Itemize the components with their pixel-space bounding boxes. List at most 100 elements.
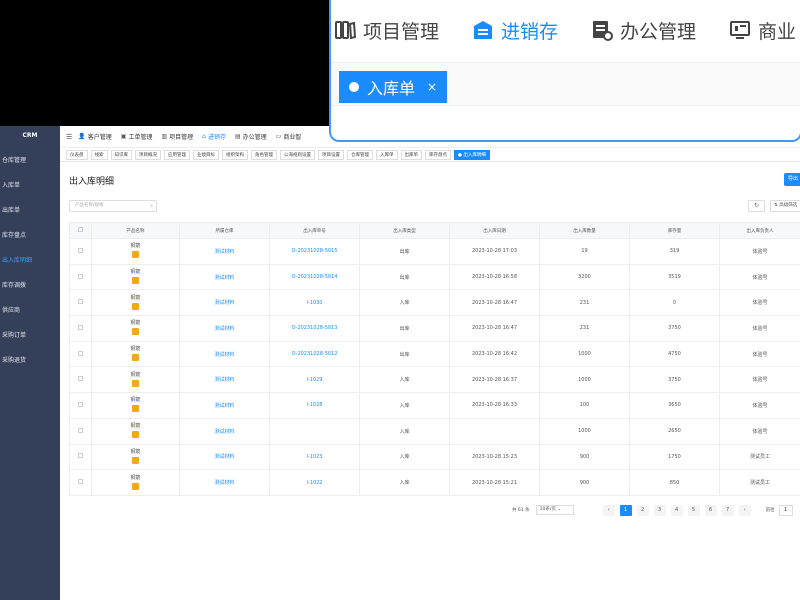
tag-io-detail[interactable]: ● 出入库明细 [454,149,490,160]
warehouse-cell[interactable]: 测试材料 [179,340,270,368]
order-no-cell[interactable]: O-20231028-5013 [269,315,360,342]
order-no-cell[interactable]: I-1029 [269,366,360,394]
product-thumbnail[interactable] [132,379,139,387]
nav-ticket[interactable]: ▣ 工单管理 [121,132,153,141]
tag-performance[interactable]: 业绩目标 [193,149,219,160]
page-size-select[interactable]: 10条/页 ⌄ [535,505,574,515]
order-no-cell[interactable]: I-1030 [269,289,360,317]
order-no-cell[interactable]: O-20231028-5012 [269,340,360,368]
row-checkbox-cell[interactable] [69,392,92,419]
page-2[interactable]: 2 [636,504,649,516]
product-thumbnail[interactable] [132,354,139,362]
product-thumbnail[interactable] [132,302,139,310]
table-row[interactable]: 钢筋 测试材料 I-1023 入库 2023-10-28 15:23 900 1750 测试员… [69,443,800,471]
row-checkbox[interactable] [78,479,83,485]
product-thumbnail[interactable] [132,251,139,259]
zoom-nav-project[interactable]: 项目管理 [333,17,439,44]
warehouse-cell[interactable]: 测试材料 [179,392,270,419]
row-checkbox-cell[interactable] [69,289,92,317]
sidebar-item-supplier[interactable]: 供应商 [0,298,60,323]
page-3[interactable]: 3 [653,504,666,516]
table-row[interactable]: 钢筋 测试材料 I-1028 入库 2023-10-28 16:33 100 3650 体验号 [69,392,800,419]
tag-outbound[interactable]: 出库单 [400,149,422,160]
product-thumbnail[interactable] [132,456,139,464]
zoom-nav-bi[interactable]: 商业 [728,17,796,44]
row-checkbox-cell[interactable] [69,238,92,265]
select-all-checkbox[interactable] [78,227,83,232]
row-checkbox-cell[interactable] [69,443,92,471]
warehouse-cell[interactable]: 测试材料 [179,263,270,291]
tag-project-settings[interactable]: 项目设置 [318,149,344,160]
page-1[interactable]: 1 [619,504,632,516]
page-4[interactable]: 4 [670,504,683,516]
order-no-cell[interactable]: I-1028 [269,392,360,419]
tag-project-overview[interactable]: 项目概况 [135,149,161,160]
row-checkbox-cell[interactable] [69,263,92,291]
page-5[interactable]: 5 [687,504,700,516]
order-no-cell[interactable]: O-20231028-5014 [269,263,360,291]
table-row[interactable]: 钢筋 测试材料 O-20231028-5015 出库 2023-10-28 17:03 1… [69,238,800,265]
row-checkbox[interactable] [78,324,83,330]
tag-warehouse[interactable]: 仓库管理 [347,149,373,160]
row-checkbox-cell[interactable] [69,469,92,496]
tag-knowledge[interactable]: 知识库 [110,149,132,160]
row-checkbox[interactable] [78,273,83,279]
tag-app-management[interactable]: 应用管理 [164,149,190,160]
tag-pool-rules[interactable]: 公海规则设置 [280,149,315,160]
menu-toggle-icon[interactable]: ☰ [66,133,72,141]
sidebar-item-inbound[interactable]: 入库单 [0,173,60,198]
page-6[interactable]: 6 [704,504,717,516]
warehouse-cell[interactable]: 测试材料 [179,366,270,394]
table-row[interactable]: 钢筋 测试材料 O-20231028-5014 出库 2023-10-28 16:58 3… [69,263,800,291]
product-thumbnail[interactable] [132,328,139,336]
product-thumbnail[interactable] [132,277,139,285]
sidebar-item-io-detail[interactable]: 出入库明细 [0,248,60,273]
sidebar-item-purchase-order[interactable]: 采购订单 [0,323,60,348]
order-no-cell[interactable]: I-1023 [269,443,360,471]
tag-inbound[interactable]: 入库单 [376,149,398,160]
tag-stocktake[interactable]: 库存盘点 [425,149,451,160]
table-row[interactable]: 钢筋 测试材料 O-20231028-5012 出库 2023-10-28 16:42 1… [69,340,800,368]
sidebar-item-outbound[interactable]: 出库单 [0,198,60,223]
page-7[interactable]: 7 [721,504,734,516]
row-checkbox[interactable] [78,427,83,433]
tag-roles[interactable]: 角色管理 [251,149,277,160]
nav-inventory[interactable]: ⌂ 进销存 [202,132,226,141]
warehouse-cell[interactable]: 测试材料 [179,443,270,471]
sidebar-item-warehouse[interactable]: 仓库管理 [0,148,60,173]
row-checkbox-cell[interactable] [69,366,92,394]
prev-page-button[interactable]: ‹ [602,504,615,516]
warehouse-cell[interactable]: 测试材料 [179,289,270,317]
order-no-cell[interactable]: O-20231028-5015 [269,238,360,265]
zoom-tag-inbound[interactable]: 入库单 × [339,71,448,103]
warehouse-cell[interactable]: 测试材料 [179,238,270,265]
close-icon[interactable]: × [427,80,437,94]
row-checkbox[interactable] [78,247,83,253]
tag-org[interactable]: 组织架构 [222,149,248,160]
tag-leads[interactable]: 线索 [90,149,108,160]
table-row[interactable]: 钢筋 测试材料 I-1022 入库 2023-10-28 15:21 900 850 测试员工 [69,469,800,496]
nav-office[interactable]: ▤ 办公管理 [235,132,267,141]
warehouse-cell[interactable]: 测试材料 [179,417,270,445]
goto-page-input[interactable]: 1 [778,504,793,516]
export-button[interactable]: 导出 [784,173,800,186]
nav-project[interactable]: ▥ 项目管理 [161,132,193,141]
order-no-cell[interactable]: I-1022 [269,469,360,496]
table-row[interactable]: 钢筋 测试材料 O-20231028-5013 出库 2023-10-28 16:47 2… [69,315,800,342]
nav-customer[interactable]: 👤 客户管理 [78,132,112,141]
product-thumbnail[interactable] [132,482,139,490]
search-input[interactable]: 产品名称/规格 ⌕ [69,200,157,212]
nav-bi[interactable]: ▭ 商业智 [276,132,302,141]
zoom-nav-inventory[interactable]: 进销存 [471,17,558,44]
tag-dashboard[interactable]: 仪表盘 [66,149,88,160]
order-no-cell[interactable] [269,417,360,445]
refresh-button[interactable]: ↻ [748,200,765,212]
product-thumbnail[interactable] [132,405,139,413]
sidebar-item-transfer[interactable]: 库存调拨 [0,273,60,298]
row-checkbox[interactable] [78,299,83,305]
product-thumbnail[interactable] [132,431,139,439]
row-checkbox-cell[interactable] [69,340,92,368]
row-checkbox[interactable] [78,453,83,459]
warehouse-cell[interactable]: 测试材料 [179,469,270,496]
table-row[interactable]: 钢筋 测试材料 I-1030 入库 2023-10-28 16:47 231 0 体验号 [69,289,800,317]
